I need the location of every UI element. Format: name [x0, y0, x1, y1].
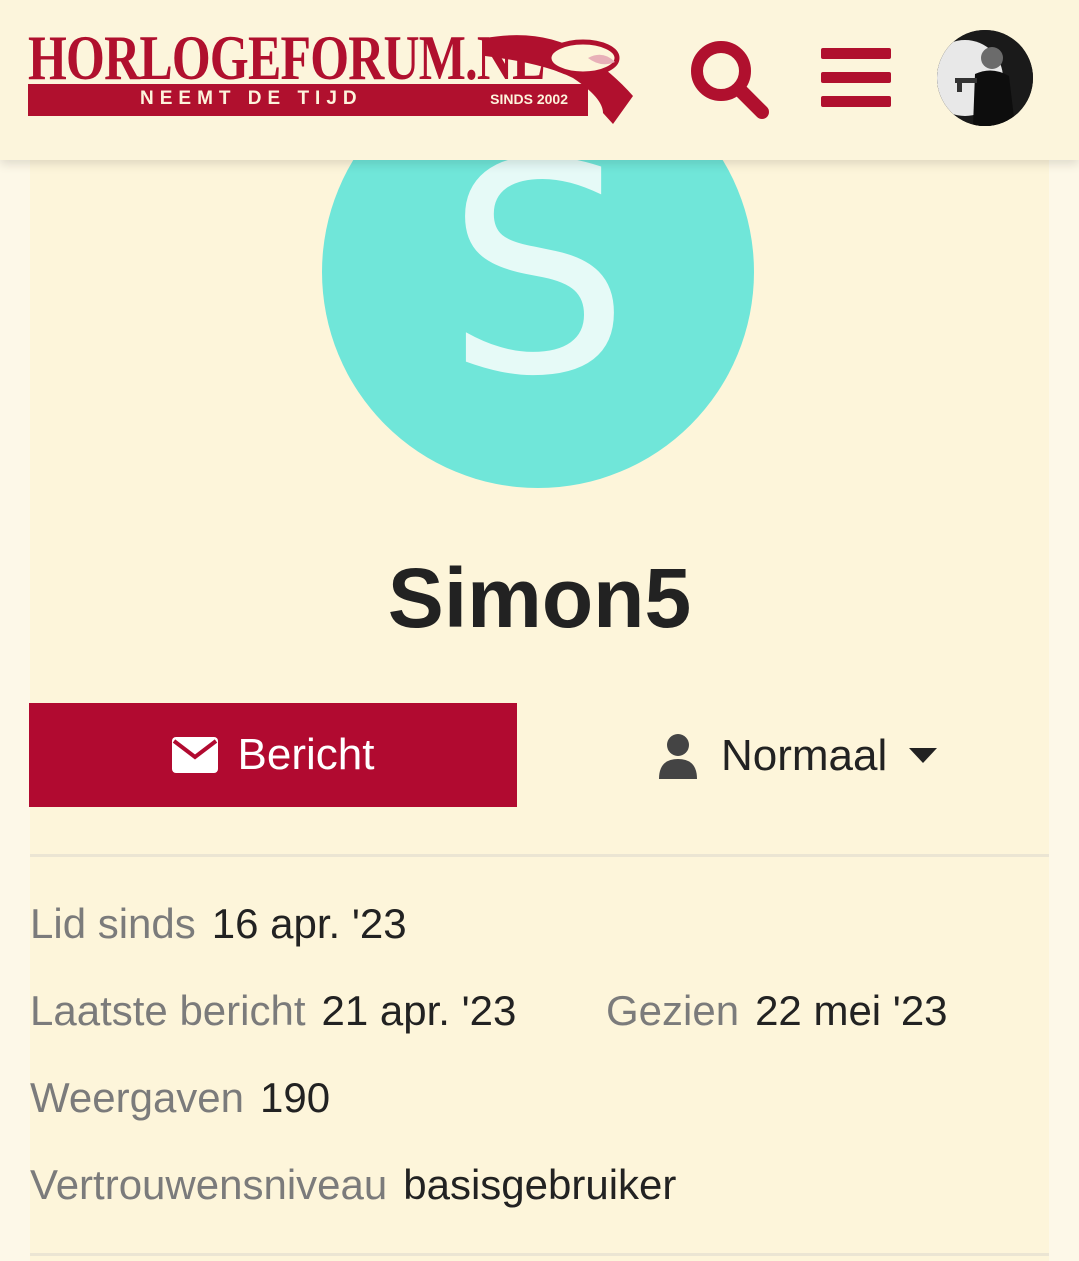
site-logo[interactable]: HORLOGEFORUM.NL NEEMT DE TIJD SINDS 2002 [28, 22, 643, 128]
notification-level-label: Normaal [721, 731, 888, 780]
avatar-letter: S [445, 103, 631, 440]
envelope-icon [171, 737, 218, 773]
logo-title: HORLOGEFORUM.NL [28, 22, 545, 93]
stat-views: Weergaven 190 [30, 1074, 330, 1122]
stat-value: 16 apr. '23 [211, 900, 407, 947]
profile-username: Simon5 [387, 551, 692, 645]
stat-value: basisgebruiker [403, 1161, 677, 1208]
watch-hand-logo-icon [485, 35, 633, 125]
stat-label: Lid sinds [30, 900, 196, 947]
message-button-label: Bericht [237, 730, 375, 779]
user-icon [659, 734, 697, 779]
stat-label: Vertrouwensniveau [30, 1161, 388, 1208]
user-photo-icon [937, 30, 1033, 126]
stat-last-post: Laatste bericht 21 apr. '23 [30, 987, 516, 1035]
caret-down-icon [909, 748, 938, 763]
user-avatar[interactable] [937, 30, 1033, 126]
site-header: HORLOGEFORUM.NL NEEMT DE TIJD SINDS 2002 [0, 0, 1079, 160]
stat-label: Weergaven [30, 1074, 245, 1121]
search-icon[interactable] [688, 38, 770, 120]
stat-seen: Gezien 22 mei '23 [606, 987, 948, 1035]
stat-member-since: Lid sinds 16 apr. '23 [30, 900, 407, 948]
divider-bottom [30, 1253, 1049, 1256]
stat-trust-level: Vertrouwensniveau basisgebruiker [30, 1161, 676, 1209]
divider-top [30, 854, 1049, 857]
message-button[interactable]: Bericht [29, 703, 517, 807]
stat-value: 22 mei '23 [755, 987, 948, 1034]
notification-level-dropdown[interactable]: Normaal [657, 730, 938, 782]
stat-label: Laatste bericht [30, 987, 306, 1034]
hamburger-menu-icon[interactable] [821, 46, 893, 110]
profile-card: S Simon5 Bericht Normaal Lid sinds 16 apr… [29, 56, 1049, 1261]
logo-tagline: NEEMT DE TIJD [140, 88, 363, 109]
stat-value: 190 [260, 1074, 331, 1121]
stat-label: Gezien [606, 987, 740, 1034]
stat-value: 21 apr. '23 [321, 987, 517, 1034]
